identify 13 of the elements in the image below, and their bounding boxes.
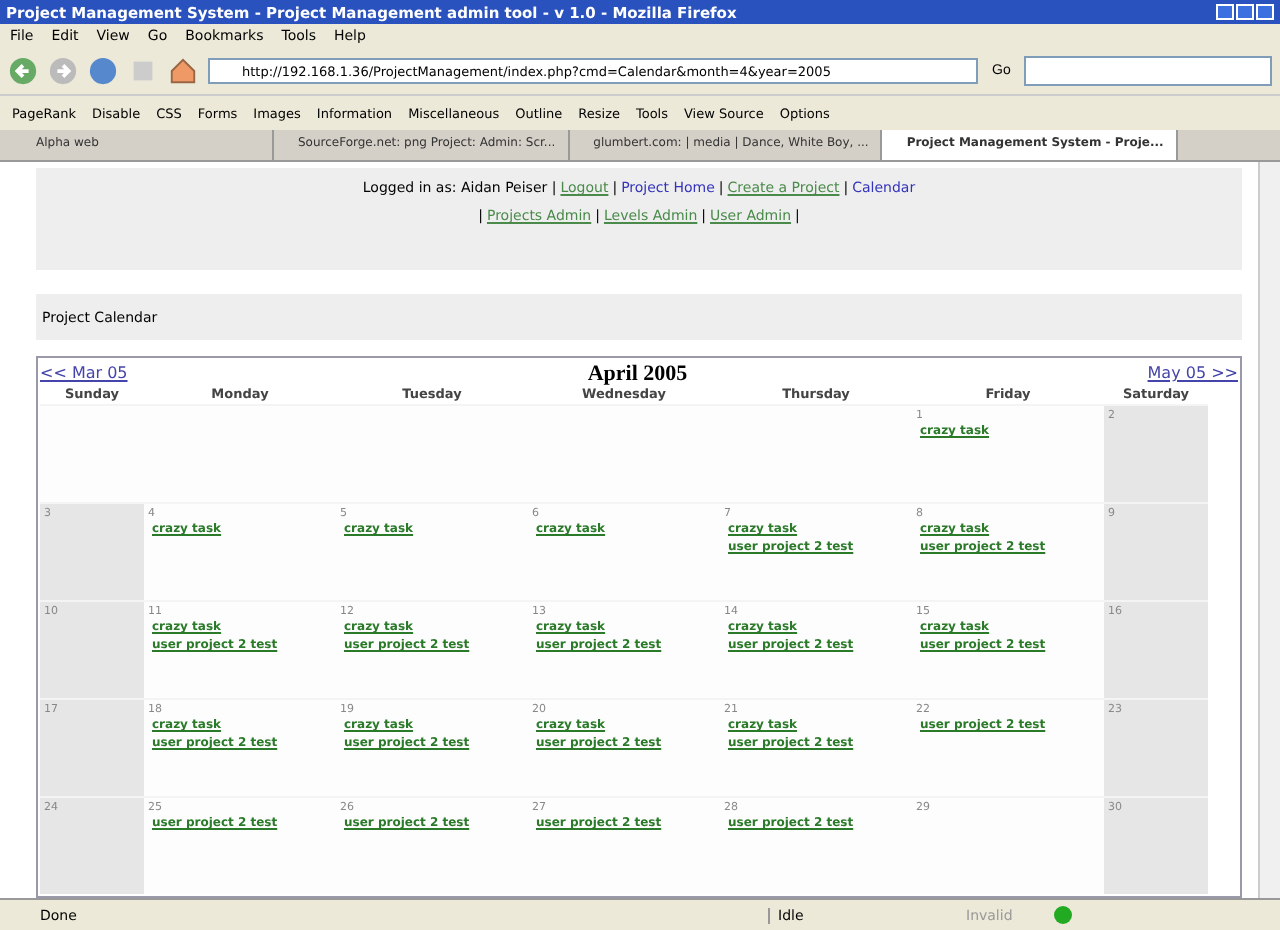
previous-month-link[interactable]: << Mar 05: [40, 364, 128, 382]
minimize-button[interactable]: [1216, 4, 1234, 20]
calendar-title: April 2005: [587, 361, 688, 385]
maximize-button[interactable]: [1236, 4, 1254, 20]
home-icon[interactable]: [168, 56, 198, 86]
close-button[interactable]: [1256, 4, 1274, 20]
back-icon[interactable]: [8, 56, 38, 86]
search-field[interactable]: [1024, 56, 1272, 86]
next-month-link[interactable]: May 05 >>: [1147, 364, 1238, 382]
reload-icon[interactable]: [88, 56, 118, 86]
status-light-icon: [1054, 906, 1072, 924]
forward-icon[interactable]: [48, 56, 78, 86]
scrollbar[interactable]: [1258, 162, 1280, 898]
